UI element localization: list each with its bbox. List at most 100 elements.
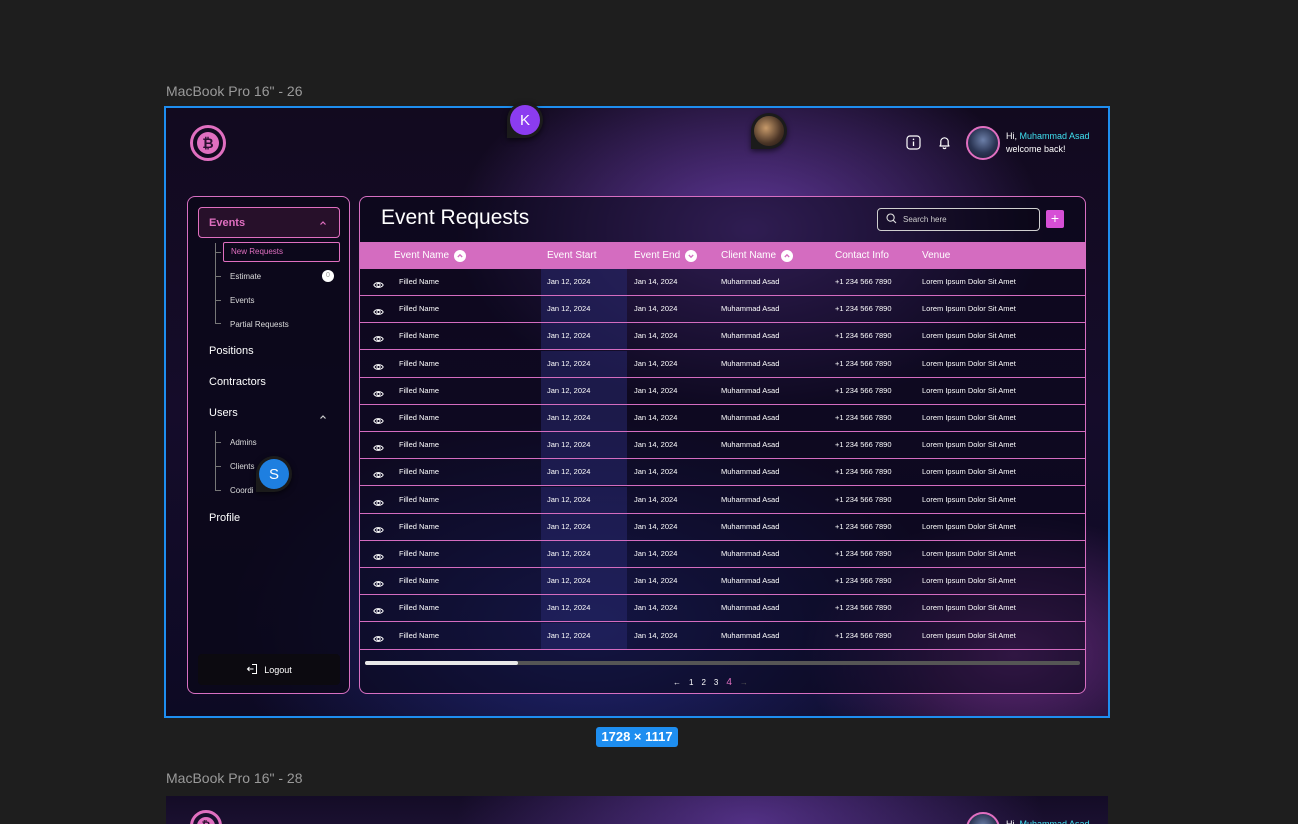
column-header-event-name[interactable]: Event Name	[394, 242, 467, 269]
sidebar-subitem-admins[interactable]: Admins	[230, 438, 257, 447]
page-3[interactable]: 3	[714, 678, 718, 687]
tree-line	[215, 431, 216, 491]
eye-icon[interactable]	[373, 413, 384, 431]
table-row[interactable]: Filled Name Jan 12, 2024 Jan 14, 2024 Muham…	[360, 568, 1085, 596]
frame-label[interactable]: MacBook Pro 16" - 28	[166, 770, 302, 786]
logout-button[interactable]: Logout	[198, 654, 340, 685]
cell-event-name: Filled Name	[399, 304, 440, 314]
horizontal-scrollbar[interactable]	[365, 661, 1080, 665]
sidebar-subitem-estimate[interactable]: Estimate	[230, 272, 261, 281]
table-row[interactable]: Filled Name Jan 12, 2024 Jan 14, 2024 Muham…	[360, 377, 1085, 405]
page-1[interactable]: 1	[689, 678, 693, 687]
eye-icon[interactable]	[373, 603, 384, 621]
sidebar-subitem-clients[interactable]: Clients	[230, 462, 254, 471]
cell-event-name: Filled Name	[399, 603, 440, 613]
eye-icon[interactable]	[373, 304, 384, 322]
sidebar-item-profile[interactable]: Profile	[209, 512, 240, 524]
column-header-client-name[interactable]: Client Name	[721, 242, 794, 269]
table-row[interactable]: Filled Name Jan 12, 2024 Jan 14, 2024 Muham…	[360, 323, 1085, 351]
user-greeting: Hi, Muhammad Asad welcome back!	[1006, 130, 1090, 156]
add-button[interactable]: +	[1046, 210, 1064, 228]
eye-icon[interactable]	[373, 359, 384, 377]
app-frame-preview[interactable]: ₿ Hi, Muhammad Asad	[166, 796, 1108, 824]
frame-size-badge: 1728 × 1117	[596, 727, 678, 747]
cell-event-start: Jan 12, 2024	[547, 576, 591, 586]
sidebar-subitem-new-requests[interactable]: New Requests	[223, 242, 340, 262]
arrow-left-icon[interactable]: ←	[673, 678, 681, 687]
user-avatar[interactable]	[966, 126, 1000, 160]
table-row[interactable]: Filled Name Jan 12, 2024 Jan 14, 2024 Muham…	[360, 622, 1085, 650]
cell-event-name: Filled Name	[399, 494, 440, 504]
sidebar-subitem-events[interactable]: Events	[230, 296, 254, 305]
cell-venue: Lorem Ipsum Dolor Sit Amet	[922, 385, 1016, 395]
chevron-down-icon[interactable]	[685, 249, 698, 262]
table-row[interactable]: Filled Name Jan 12, 2024 Jan 14, 2024 Muham…	[360, 459, 1085, 487]
eye-icon[interactable]	[373, 386, 384, 404]
cell-event-name: Filled Name	[399, 413, 440, 422]
column-header-venue[interactable]: Venue	[922, 242, 950, 269]
eye-icon[interactable]	[373, 631, 384, 649]
table-row[interactable]: Filled Name Jan 12, 2024 Jan 14, 2024 Muham…	[360, 350, 1085, 378]
eye-icon[interactable]	[373, 576, 384, 594]
sidebar-subitem-partial-requests[interactable]: Partial Requests	[230, 320, 289, 329]
info-icon[interactable]	[905, 134, 921, 150]
eye-icon[interactable]	[373, 277, 384, 295]
table-row[interactable]: Filled Name Jan 12, 2024 Jan 14, 2024 Muham…	[360, 405, 1085, 432]
table-row[interactable]: Filled Name Jan 12, 2024 Jan 14, 2024 Muham…	[360, 296, 1085, 324]
cell-event-name: Filled Name	[399, 331, 440, 341]
cell-event-start: Jan 12, 2024	[547, 603, 591, 613]
app-logo[interactable]: ₿	[190, 125, 226, 161]
tree-line	[215, 243, 216, 323]
eye-icon[interactable]	[373, 467, 384, 485]
page-2[interactable]: 2	[701, 678, 705, 687]
table-row[interactable]: Filled Name Jan 12, 2024 Jan 14, 2024 Muham…	[360, 432, 1085, 460]
table-row[interactable]: Filled Name Jan 12, 2024 Jan 14, 2024 Muham…	[360, 541, 1085, 568]
eye-icon[interactable]	[373, 440, 384, 458]
eye-icon[interactable]	[373, 495, 384, 513]
chevron-up-icon[interactable]	[781, 249, 794, 262]
chevron-up-icon[interactable]	[454, 249, 467, 262]
eye-icon[interactable]	[373, 331, 384, 349]
app-frame: ₿ Hi, Muhammad Asad welcome back! Events…	[166, 108, 1108, 716]
sidebar-item-users[interactable]: Users	[209, 407, 238, 419]
cell-venue: Lorem Ipsum Dolor Sit Amet	[922, 440, 1016, 450]
pagination: ← 1 2 3 4 →	[673, 675, 748, 689]
chevron-up-icon[interactable]	[319, 218, 327, 230]
sidebar-item-events[interactable]: Events	[198, 207, 340, 238]
eye-icon[interactable]	[373, 549, 384, 567]
table-row[interactable]: Filled Name Jan 12, 2024 Jan 14, 2024 Muham…	[360, 486, 1085, 514]
cell-contact-info: +1 234 566 7890	[835, 331, 892, 341]
cell-event-start: Jan 12, 2024	[547, 385, 591, 395]
sidebar-subitem-coordinators[interactable]: Coordi	[230, 486, 254, 495]
cell-venue: Lorem Ipsum Dolor Sit Amet	[922, 331, 1016, 341]
chevron-up-icon[interactable]	[319, 408, 327, 426]
logout-icon	[246, 663, 258, 677]
eye-icon[interactable]	[373, 522, 384, 540]
frame-label[interactable]: MacBook Pro 16" - 26	[166, 83, 302, 99]
column-header-event-start[interactable]: Event Start	[547, 242, 596, 269]
search-box[interactable]	[877, 208, 1040, 231]
bell-icon[interactable]	[936, 134, 952, 150]
cell-contact-info: +1 234 566 7890	[835, 304, 892, 314]
cell-client-name: Muhammad Asad	[721, 277, 780, 286]
page-4-current[interactable]: 4	[726, 677, 732, 688]
column-label: Event Name	[394, 250, 450, 261]
table-header: Event Name Event Start Event End Client …	[360, 242, 1085, 269]
sidebar-item-positions[interactable]: Positions	[209, 345, 254, 357]
arrow-right-icon[interactable]: →	[740, 678, 748, 687]
cell-event-end: Jan 14, 2024	[634, 549, 678, 558]
cell-contact-info: +1 234 566 7890	[835, 603, 892, 613]
table-row[interactable]: Filled Name Jan 12, 2024 Jan 14, 2024 Muham…	[360, 269, 1085, 296]
cell-contact-info: +1 234 566 7890	[835, 630, 892, 640]
sidebar-item-contractors[interactable]: Contractors	[209, 376, 266, 388]
column-header-event-end[interactable]: Event End	[634, 242, 698, 269]
cell-event-start: Jan 12, 2024	[547, 331, 591, 341]
table-row[interactable]: Filled Name Jan 12, 2024 Jan 14, 2024 Muham…	[360, 595, 1085, 623]
search-input[interactable]	[903, 215, 1023, 224]
column-label: Client Name	[721, 250, 777, 261]
column-header-contact-info[interactable]: Contact Info	[835, 242, 889, 269]
table-row[interactable]: Filled Name Jan 12, 2024 Jan 14, 2024 Muham…	[360, 513, 1085, 541]
greeting-prefix: Hi,	[1006, 131, 1017, 141]
cell-venue: Lorem Ipsum Dolor Sit Amet	[922, 576, 1016, 586]
scrollbar-thumb[interactable]	[365, 661, 518, 665]
